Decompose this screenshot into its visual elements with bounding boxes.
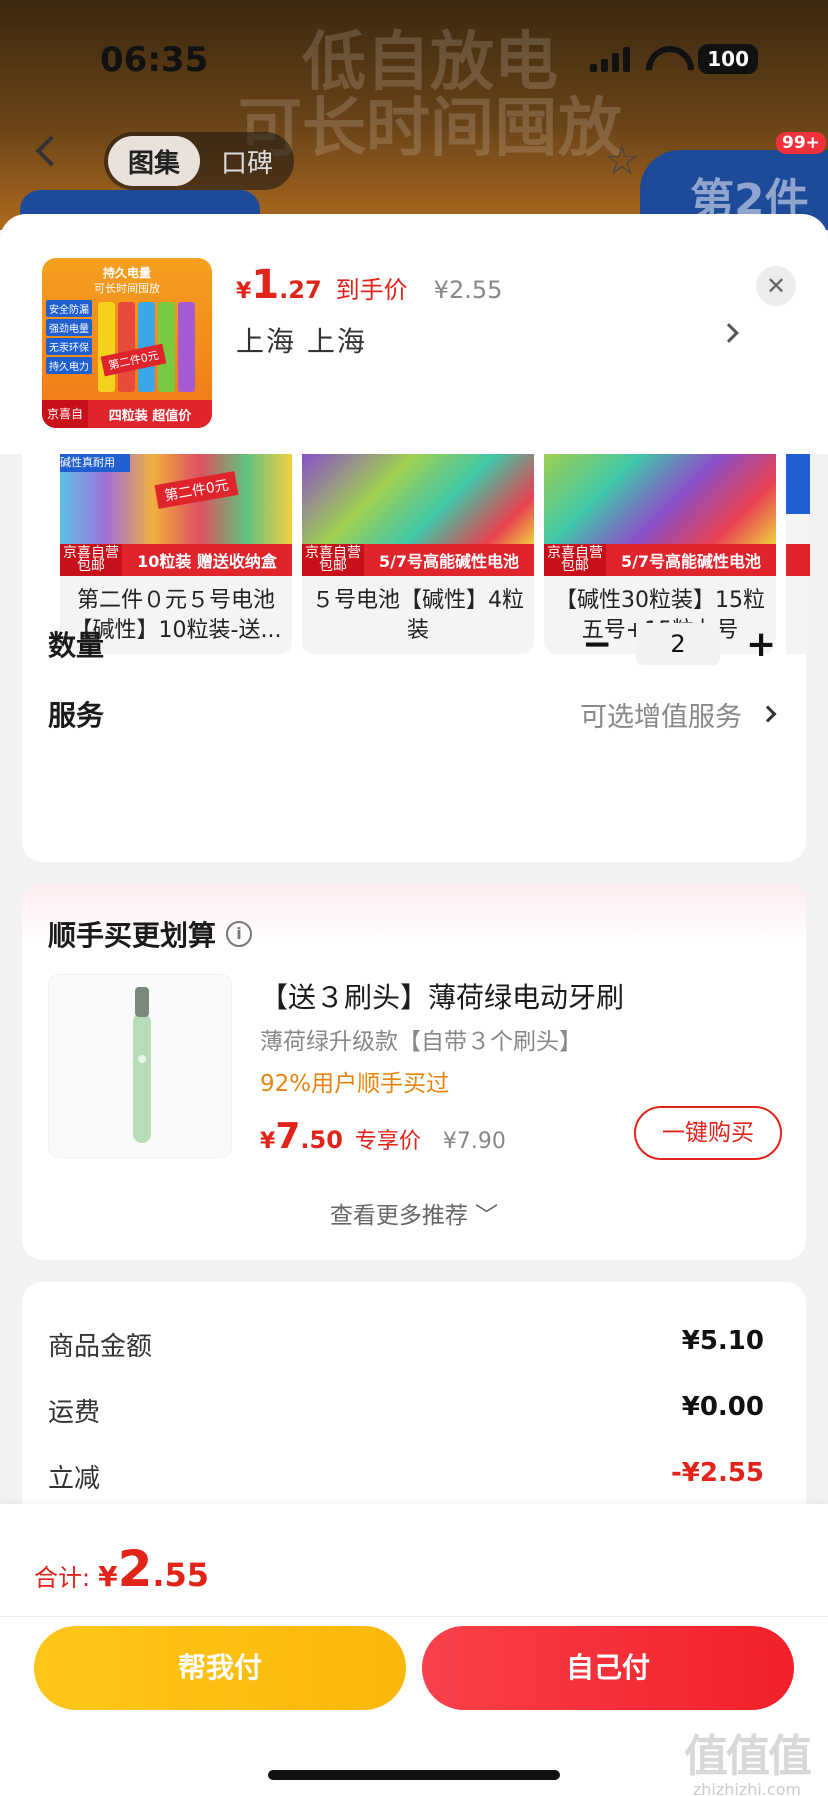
cart-badge: 99+ [776, 132, 826, 154]
options-card: 碱性真耐用 第二件0元 京喜自营 包邮 10粒装 赠送收纳盒 第二件０元５号电池… [22, 454, 810, 862]
thumbnail-feature-tags: 安全防漏 强劲电量 无汞环保 持久电力 [46, 300, 92, 374]
signal-icon [590, 46, 631, 72]
status-time: 06:35 [100, 40, 209, 80]
decrease-button[interactable]: − [582, 624, 612, 665]
recommended-product-spec: 薄荷绿升级款【自带３个刷头】 [260, 1029, 582, 1055]
purchase-sheet-header: 持久电量 可长时间囤放 安全防漏 强劲电量 无汞环保 持久电力 第二件0元 京喜… [0, 214, 828, 454]
final-price: ¥1.27 到手价 ¥2.55 [236, 262, 503, 308]
quantity-input[interactable]: 2 [636, 623, 720, 665]
shipping-row: 运费 ¥0.00 [48, 1392, 764, 1428]
jd-self-op-badge: 京喜自营 包邮 [544, 544, 606, 576]
chevron-right-icon [759, 705, 777, 723]
buyer-percentage: 92%用户顺手买过 [260, 1071, 450, 1097]
jd-self-op-badge: 京喜自营 包邮 [42, 400, 88, 428]
favorite-star-icon[interactable]: ☆ [604, 138, 640, 184]
see-more-recommendations[interactable]: 查看更多推荐 ﹀ [22, 1196, 806, 1230]
toothbrush-image[interactable] [48, 974, 232, 1158]
discount-row: 立减 -¥2.55 [48, 1458, 764, 1494]
pay-myself-button[interactable]: 自己付 [422, 1626, 794, 1710]
product-page-background: 低自放电 可长时间囤放 06:35 100 图集 口碑 ☆ ↪ 第2件 99+ [0, 0, 828, 230]
home-indicator [268, 1770, 560, 1780]
recommended-product-name[interactable]: 【送３刷头】薄荷绿电动牙刷 [260, 976, 624, 1016]
back-icon[interactable] [35, 135, 67, 167]
checkout-bar: 合计: ¥ 2 .55 帮我付 自己付 值值值 zhizhizhi.com [0, 1504, 828, 1796]
price-tag: 到手价 [335, 276, 408, 304]
battery-indicator: 100 [698, 44, 758, 74]
recommended-price: ¥7.50 专享价 ¥7.90 [260, 1116, 506, 1157]
watermark: 值值值 zhizhizhi.com [684, 1731, 812, 1796]
service-row[interactable]: 服务 可选增值服务 [48, 684, 788, 744]
jd-self-op-badge: 京喜自营 包邮 [302, 544, 364, 576]
product-thumbnail: 持久电量 可长时间囤放 安全防漏 强劲电量 无汞环保 持久电力 第二件0元 京喜… [42, 258, 212, 428]
quantity-row: 数量 − 2 + [48, 614, 788, 674]
service-label: 服务 [48, 699, 105, 732]
quantity-stepper: − 2 + [582, 623, 776, 665]
order-totals-card: 商品金额 ¥5.10 运费 ¥0.00 立减 -¥2.55 [22, 1282, 806, 1512]
original-price: ¥2.55 [433, 276, 503, 304]
tab-reviews[interactable]: 口碑 [200, 143, 294, 180]
status-icons: 100 [590, 44, 758, 74]
tab-gallery[interactable]: 图集 [108, 136, 200, 186]
delivery-address[interactable]: 上海 上海 [236, 320, 367, 360]
subtotal-row: 商品金额 ¥5.10 [48, 1326, 764, 1362]
info-icon[interactable]: i [226, 921, 253, 947]
recommendation-title: 顺手买更划算 [48, 919, 217, 952]
jd-self-op-badge: 京喜自营 包邮 [60, 544, 122, 576]
close-icon[interactable]: ✕ [756, 266, 796, 306]
variant-option-partial[interactable] [786, 454, 810, 654]
gallery-tabs: 图集 口碑 [104, 132, 294, 190]
quantity-label: 数量 [48, 629, 105, 662]
order-total: 合计: ¥ 2 .55 [34, 1540, 210, 1598]
service-value: 可选增值服务 [580, 701, 742, 733]
recommendation-card: 顺手买更划算 i 【送３刷头】薄荷绿电动牙刷 薄荷绿升级款【自带３个刷头】 92… [22, 884, 806, 1260]
chevron-right-icon[interactable] [719, 323, 739, 343]
increase-button[interactable]: + [746, 624, 776, 665]
divider [0, 1616, 828, 1617]
one-click-buy-button[interactable]: 一键购买 [634, 1106, 782, 1160]
wifi-icon [646, 46, 682, 72]
help-me-pay-button[interactable]: 帮我付 [34, 1626, 406, 1710]
